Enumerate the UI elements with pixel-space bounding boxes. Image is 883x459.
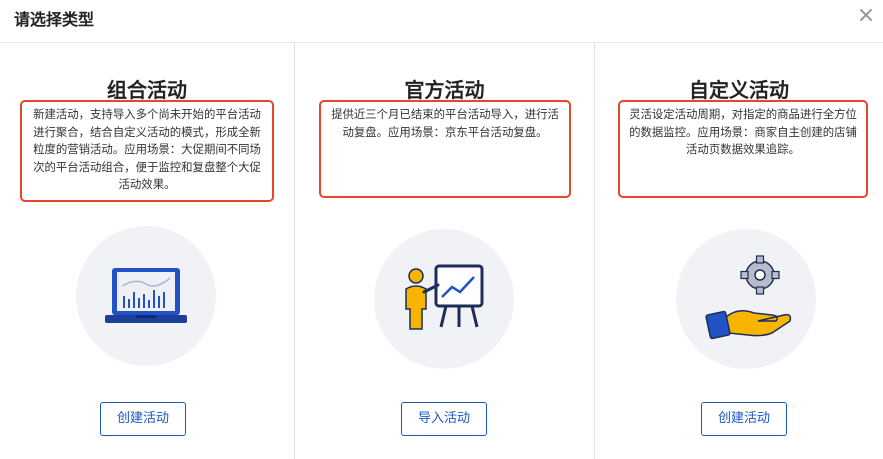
create-custom-activity-button[interactable]: 创建活动: [701, 402, 787, 436]
laptop-chart-icon: [105, 268, 187, 323]
icon-circle: [76, 226, 216, 366]
close-icon[interactable]: [855, 2, 877, 24]
card-description: 灵活设定活动周期，对指定的商品进行全方位的数据监控。应用场景：商家自主创建的店铺…: [618, 100, 868, 198]
card-official-activity: 官方活动 提供近三个月已结束的平台活动导入，进行活动复盘。应用场景：京东平台活动…: [295, 42, 594, 459]
presentation-board-icon: [405, 264, 484, 330]
dialog-title: 请选择类型: [14, 10, 95, 29]
icon-circle: [374, 229, 514, 369]
icon-circle: [676, 229, 816, 369]
dialog-header: 请选择类型: [0, 0, 883, 43]
card-title: 官方活动: [404, 78, 485, 102]
card-combo-activity: 组合活动 新建活动，支持导入多个尚未开始的平台活动进行聚合，结合自定义活动的模式…: [0, 42, 294, 459]
card-custom-activity: 自定义活动 灵活设定活动周期，对指定的商品进行全方位的数据监控。应用场景：商家自…: [595, 42, 883, 459]
card-title: 组合活动: [107, 78, 187, 102]
card-title: 自定义活动: [689, 78, 789, 102]
gear-hand-icon: [705, 255, 792, 340]
create-combo-activity-button[interactable]: 创建活动: [100, 402, 186, 436]
card-description: 提供近三个月已结束的平台活动导入，进行活动复盘。应用场景：京东平台活动复盘。: [319, 100, 571, 198]
import-activity-button[interactable]: 导入活动: [401, 402, 487, 436]
card-description: 新建活动，支持导入多个尚未开始的平台活动进行聚合，结合自定义活动的模式，形成全新…: [20, 100, 274, 202]
